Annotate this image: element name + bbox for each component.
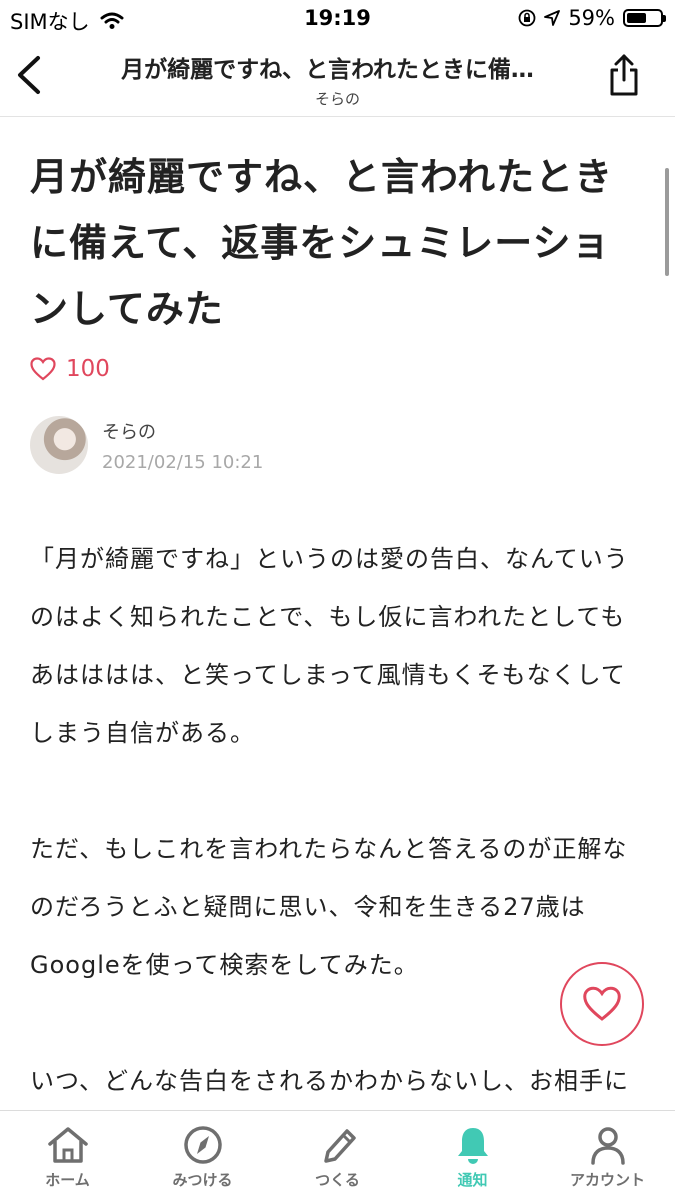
tab-label: ホーム <box>45 1171 90 1189</box>
heart-outline-icon <box>30 357 56 381</box>
tab-account[interactable]: アカウント <box>540 1111 675 1201</box>
battery-fill <box>627 13 646 23</box>
tab-discover[interactable]: みつける <box>135 1111 270 1201</box>
like-count-value: 100 <box>66 356 110 382</box>
tab-label: つくる <box>315 1171 360 1189</box>
home-icon <box>47 1127 88 1163</box>
orientation-lock-icon <box>518 9 536 27</box>
nav-author[interactable]: そらの <box>0 88 675 109</box>
pencil-icon <box>323 1129 356 1163</box>
tab-label: みつける <box>172 1171 233 1189</box>
like-count[interactable]: 100 <box>30 356 648 382</box>
scrollbar[interactable] <box>665 168 669 276</box>
publish-date: 2021/02/15 10:21 <box>102 451 264 473</box>
nav-header: 月が綺麗ですね、と言われたときに備… そらの <box>0 38 675 117</box>
location-icon <box>544 10 561 26</box>
avatar[interactable] <box>30 416 88 474</box>
share-icon[interactable] <box>607 52 641 98</box>
bell-icon <box>457 1128 488 1164</box>
paragraph-1: 「月が綺麗ですね」というのは愛の告白、なんていうのはよく知られたことで、もし仮に… <box>30 545 629 747</box>
person-icon <box>590 1127 625 1165</box>
article-title: 月が綺麗ですね、と言われたときに備えて、返事をシュミレーションしてみた <box>30 155 614 331</box>
author-row[interactable]: そらの 2021/02/15 10:21 <box>30 416 648 474</box>
tab-bar: ホーム みつける つくる 通知 アカウント <box>0 1110 675 1201</box>
battery-icon <box>623 9 666 27</box>
battery-percent: 59% <box>568 6 615 30</box>
tab-label: アカウント <box>569 1171 645 1189</box>
compass-icon <box>183 1126 222 1164</box>
tab-home[interactable]: ホーム <box>0 1111 135 1201</box>
paragraph-3: いつ、どんな告白をされるかわからないし、お相手によってはそれを笑い飛ばすような人… <box>30 1067 630 1095</box>
tab-create[interactable]: つくる <box>270 1111 405 1201</box>
author-meta: そらの 2021/02/15 10:21 <box>102 418 263 473</box>
paragraph-2: ただ、もしこれを言われたらなんと答えるのが正解なのだろうとふと疑問に思い、令和を… <box>30 835 628 979</box>
tab-notifications[interactable]: 通知 <box>405 1111 540 1201</box>
nav-title: 月が綺麗ですね、と言われたときに備… <box>121 57 534 83</box>
tab-label: 通知 <box>457 1171 488 1189</box>
author-name[interactable]: そらの <box>102 418 263 444</box>
like-button[interactable] <box>560 962 644 1046</box>
status-bar: SIMなし 19:19 59% <box>0 0 675 38</box>
article-content: 月が綺麗ですね、と言われたときに備えて、返事をシュミレーションしてみた 100 … <box>30 116 648 1110</box>
heart-icon <box>583 986 621 1021</box>
